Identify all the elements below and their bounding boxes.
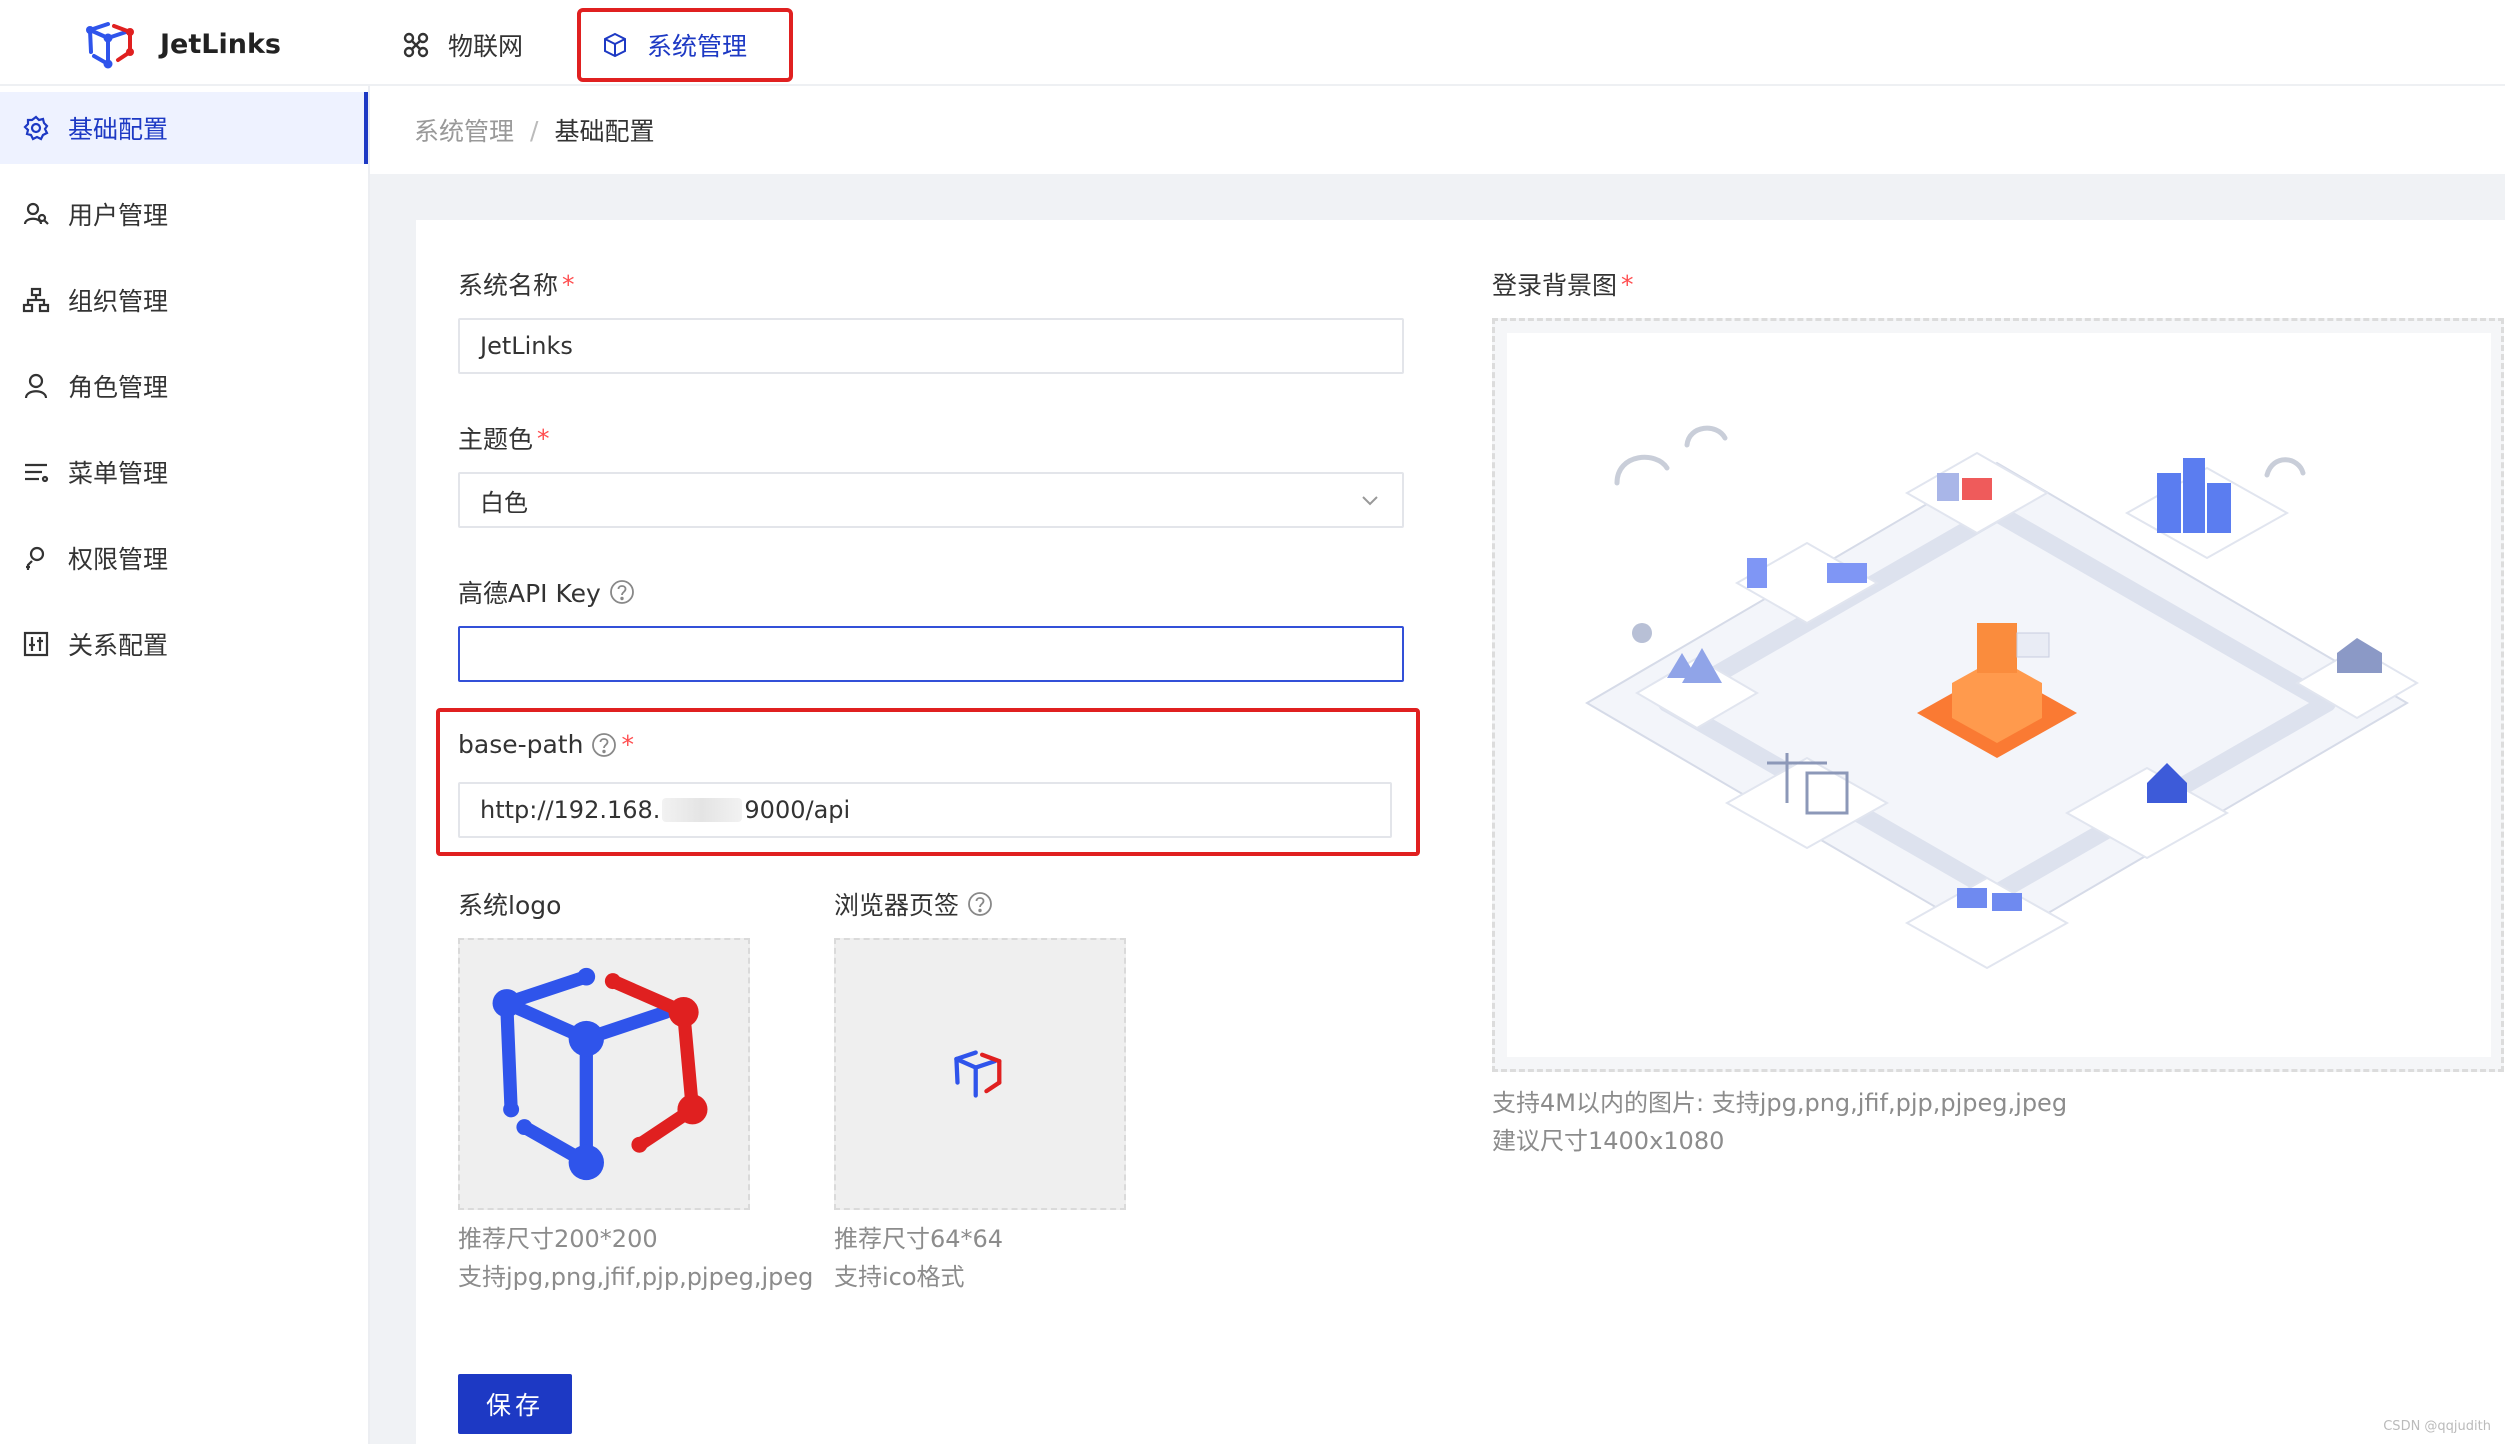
base-path-label-text: base-path bbox=[458, 730, 584, 759]
sidebar: 基础配置 用户管理 组织管理 角色管理 菜单管理 权限管理 关系配置 bbox=[0, 86, 370, 1444]
watermark: CSDN @qqjudith bbox=[2383, 1419, 2491, 1434]
relation-icon bbox=[22, 630, 50, 658]
base-path-label: base-path * bbox=[458, 730, 634, 759]
sidebar-item-label: 角色管理 bbox=[68, 373, 169, 402]
system-name-input[interactable]: JetLinks bbox=[458, 318, 1404, 374]
brand-name: JetLinks bbox=[160, 28, 281, 60]
iot-icon bbox=[402, 31, 430, 59]
key-user-icon bbox=[22, 544, 50, 572]
favicon-label: 浏览器页签 bbox=[834, 886, 993, 922]
sidebar-item-label: 基础配置 bbox=[68, 115, 169, 144]
sidebar-item-permission-management[interactable]: 权限管理 bbox=[0, 522, 368, 594]
base-path-input[interactable]: http://192.168. 9000/api bbox=[458, 782, 1392, 838]
jetlinks-logo-icon bbox=[86, 22, 134, 69]
redacted-ip-mask bbox=[662, 798, 743, 822]
sidebar-item-label: 菜单管理 bbox=[68, 459, 169, 488]
sidebar-item-user-management[interactable]: 用户管理 bbox=[0, 178, 368, 250]
base-path-value-prefix: http://192.168. bbox=[480, 796, 661, 824]
required-mark: * bbox=[537, 423, 550, 453]
theme-select[interactable]: 白色 bbox=[458, 472, 1404, 528]
system-logo-upload[interactable] bbox=[458, 938, 750, 1210]
required-mark: * bbox=[562, 269, 575, 299]
system-name-label-text: 系统名称 bbox=[458, 271, 559, 300]
users-icon bbox=[22, 200, 50, 228]
jetlinks-favicon-icon bbox=[954, 1050, 1002, 1098]
login-bg-label: 登录背景图 * bbox=[1492, 266, 1634, 302]
nav-iot-label: 物联网 bbox=[448, 32, 524, 61]
breadcrumb-current: 基础配置 bbox=[554, 117, 655, 146]
required-mark: * bbox=[621, 730, 634, 759]
gear-icon bbox=[22, 114, 50, 142]
isometric-city-illustration bbox=[1585, 425, 2419, 970]
question-circle-icon[interactable] bbox=[609, 579, 635, 605]
menu-icon bbox=[22, 458, 50, 486]
save-button[interactable]: 保存 bbox=[458, 1374, 572, 1434]
required-mark: * bbox=[1621, 269, 1634, 299]
question-circle-icon[interactable] bbox=[591, 732, 617, 758]
sidebar-item-label: 关系配置 bbox=[68, 631, 169, 660]
system-logo-label-text: 系统logo bbox=[458, 891, 562, 920]
system-logo-label: 系统logo bbox=[458, 886, 561, 922]
basic-config-form: 系统名称 * JetLinks 主题色 * 白色 高德API Key base-… bbox=[416, 220, 2505, 1444]
login-bg-hint-size: 支持4M以内的图片: 支持jpg,png,jfif,pjp,pjpeg,jpeg bbox=[1492, 1089, 2068, 1117]
sidebar-item-relation-config[interactable]: 关系配置 bbox=[0, 608, 368, 680]
question-circle-icon[interactable] bbox=[967, 891, 993, 917]
base-path-value-suffix: 9000/api bbox=[744, 796, 851, 824]
system-logo-hint-size: 推荐尺寸200*200 bbox=[458, 1225, 658, 1253]
login-bg-upload[interactable] bbox=[1492, 318, 2504, 1072]
user-icon bbox=[22, 372, 50, 400]
system-name-value: JetLinks bbox=[480, 332, 573, 360]
sidebar-item-label: 用户管理 bbox=[68, 201, 169, 230]
amap-key-label: 高德API Key bbox=[458, 574, 635, 610]
sidebar-item-menu-management[interactable]: 菜单管理 bbox=[0, 436, 368, 508]
sidebar-item-org-management[interactable]: 组织管理 bbox=[0, 264, 368, 336]
sidebar-item-label: 权限管理 bbox=[68, 545, 169, 574]
system-name-label: 系统名称 * bbox=[458, 266, 575, 302]
sidebar-item-label: 组织管理 bbox=[68, 287, 169, 316]
breadcrumb-parent[interactable]: 系统管理 bbox=[414, 112, 514, 148]
theme-value: 白色 bbox=[480, 488, 528, 517]
nav-system-label: 系统管理 bbox=[647, 32, 748, 61]
favicon-hint-size: 推荐尺寸64*64 bbox=[834, 1225, 1004, 1253]
amap-key-input[interactable] bbox=[458, 626, 1404, 682]
amap-key-label-text: 高德API Key bbox=[458, 579, 601, 608]
breadcrumb: 系统管理 / 基础配置 bbox=[370, 86, 2505, 174]
org-tree-icon bbox=[22, 286, 50, 314]
nav-iot[interactable]: 物联网 bbox=[402, 8, 523, 82]
jetlinks-logo-icon bbox=[492, 967, 708, 1181]
theme-label-text: 主题色 bbox=[458, 425, 534, 454]
content-area: 系统名称 * JetLinks 主题色 * 白色 高德API Key base-… bbox=[370, 174, 2505, 1444]
login-bg-hint-dimension: 建议尺寸1400x1080 bbox=[1492, 1127, 1725, 1155]
top-header: JetLinks 物联网 系统管理 bbox=[0, 0, 2505, 86]
cube-icon bbox=[601, 31, 629, 59]
brand[interactable]: JetLinks bbox=[84, 18, 281, 70]
favicon-label-text: 浏览器页签 bbox=[834, 891, 960, 920]
login-bg-label-text: 登录背景图 bbox=[1492, 271, 1618, 300]
theme-label: 主题色 * bbox=[458, 420, 550, 456]
breadcrumb-separator: / bbox=[530, 115, 539, 145]
chevron-down-icon bbox=[1362, 496, 1378, 506]
sidebar-item-role-management[interactable]: 角色管理 bbox=[0, 350, 368, 422]
system-logo-hint-format: 支持jpg,png,jfif,pjp,pjpeg,jpeg bbox=[458, 1263, 814, 1291]
login-bg-preview bbox=[1507, 333, 2491, 1057]
nav-system-management[interactable]: 系统管理 bbox=[577, 8, 793, 82]
favicon-upload[interactable] bbox=[834, 938, 1126, 1210]
sidebar-item-basic-config[interactable]: 基础配置 bbox=[0, 92, 368, 164]
favicon-hint-format: 支持ico格式 bbox=[834, 1263, 965, 1291]
